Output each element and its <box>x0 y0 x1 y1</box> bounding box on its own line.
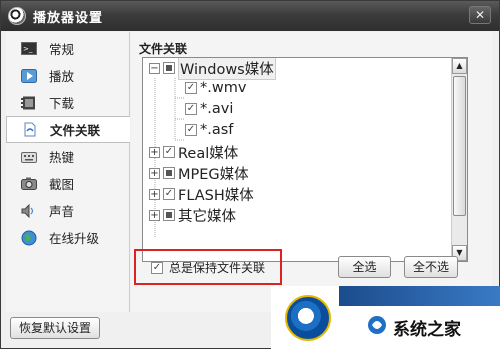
globe-icon <box>20 230 38 245</box>
watermark-brand: 系统之家 <box>393 320 461 340</box>
close-icon: ✕ <box>474 8 486 22</box>
sidebar-item-label: 在线升级 <box>49 231 100 246</box>
keep-association-label: 总是保持文件关联 <box>169 261 266 275</box>
arrow-up-icon: ▲ <box>456 61 463 70</box>
sidebar-item-file-association[interactable]: 文件关联 <box>6 116 130 143</box>
sidebar-item-label: 声音 <box>49 204 75 219</box>
speaker-icon <box>20 203 38 218</box>
tree-node-label: *.avi <box>200 101 234 117</box>
tree-node-label: *.wmv <box>200 80 247 96</box>
tree-node-label: MPEG媒体 <box>178 166 249 183</box>
tree-node-windows-media[interactable]: − Windows媒体 <box>149 58 276 80</box>
file-link-icon <box>21 122 39 137</box>
settings-window: 播放器设置 ✕ >_ 常规 播放 下载 文件关联 热键 截图 声音 在线升级 文… <box>0 0 500 350</box>
play-icon <box>20 68 38 83</box>
tree-node-wmv[interactable]: ✓ *.wmv <box>185 78 246 98</box>
select-none-button[interactable]: 全不选 <box>404 256 458 278</box>
sidebar-item-download[interactable]: 下载 <box>6 89 129 116</box>
select-all-button[interactable]: 全选 <box>338 256 391 278</box>
tree-node-avi[interactable]: ✓ *.avi <box>185 99 233 119</box>
svg-text:>_: >_ <box>23 45 33 53</box>
sidebar-item-label: 文件关联 <box>50 123 101 138</box>
expand-toggle[interactable]: + <box>149 188 160 200</box>
sidebar-item-label: 播放 <box>49 69 75 84</box>
sidebar-item-online-upgrade[interactable]: 在线升级 <box>6 224 129 251</box>
sidebar-item-label: 截图 <box>49 177 75 192</box>
tree-checkbox[interactable] <box>163 167 175 179</box>
tree-node-label: *.asf <box>200 122 234 138</box>
tree-checkbox[interactable]: ✓ <box>185 82 197 94</box>
player-logo-icon <box>8 7 26 25</box>
keep-association-option[interactable]: ✓ 总是保持文件关联 <box>151 259 265 276</box>
collapse-toggle[interactable]: − <box>149 62 160 74</box>
keyboard-icon <box>20 150 38 164</box>
sidebar-item-screenshot[interactable]: 截图 <box>6 170 129 197</box>
settings-sidebar: >_ 常规 播放 下载 文件关联 热键 截图 声音 在线升级 <box>6 32 130 312</box>
sidebar-item-sound[interactable]: 声音 <box>6 197 129 224</box>
tree-node-other-media[interactable]: + 其它媒体 <box>149 205 236 225</box>
tree-checkbox[interactable] <box>163 209 175 221</box>
keep-association-checkbox[interactable]: ✓ <box>151 261 163 274</box>
expand-toggle[interactable]: + <box>149 209 160 221</box>
expand-toggle[interactable]: + <box>149 146 160 158</box>
tree-node-asf[interactable]: ✓ *.asf <box>185 120 233 140</box>
tree-node-label: FLASH媒体 <box>178 187 254 204</box>
scroll-up-button[interactable]: ▲ <box>452 58 467 74</box>
tree-node-label: Real媒体 <box>178 145 239 162</box>
tree-checkbox[interactable]: ✓ <box>163 146 175 158</box>
sidebar-item-general[interactable]: >_ 常规 <box>6 35 129 62</box>
watermark: 系统之家 <box>271 286 500 350</box>
restore-defaults-button[interactable]: 恢复默认设置 <box>10 317 100 339</box>
watermark-logo-icon <box>285 295 331 341</box>
media-type-tree[interactable]: − Windows媒体 ✓ *.wmv ✓ *.avi ✓ *.asf + ✓ … <box>142 57 468 262</box>
window-title: 播放器设置 <box>33 10 104 26</box>
arrow-down-icon: ▼ <box>456 248 463 257</box>
camera-icon <box>20 177 38 191</box>
tree-node-label: Windows媒体 <box>178 58 276 80</box>
tree-checkbox[interactable]: ✓ <box>185 103 197 115</box>
watermark-banner <box>339 286 500 306</box>
tree-node-flash-media[interactable]: + ✓ FLASH媒体 <box>149 184 254 204</box>
console-icon: >_ <box>20 42 38 56</box>
tree-checkbox[interactable]: ✓ <box>185 124 197 136</box>
sidebar-item-label: 下载 <box>49 96 75 111</box>
tree-node-label: 其它媒体 <box>178 208 236 225</box>
film-icon <box>20 96 38 110</box>
watermark-mark-icon <box>368 316 386 334</box>
title-bar[interactable]: 播放器设置 ✕ <box>1 1 499 31</box>
group-label: 文件关联 <box>139 42 188 56</box>
sidebar-item-label: 常规 <box>49 42 75 57</box>
scroll-thumb[interactable] <box>453 76 466 216</box>
sidebar-item-label: 热键 <box>49 150 75 165</box>
tree-node-mpeg-media[interactable]: + MPEG媒体 <box>149 163 249 183</box>
tree-scrollbar[interactable]: ▲ ▼ <box>451 58 467 261</box>
sidebar-item-hotkeys[interactable]: 热键 <box>6 143 129 170</box>
close-button[interactable]: ✕ <box>469 6 491 24</box>
tree-node-real-media[interactable]: + ✓ Real媒体 <box>149 142 238 162</box>
expand-toggle[interactable]: + <box>149 167 160 179</box>
sidebar-item-playback[interactable]: 播放 <box>6 62 129 89</box>
tree-checkbox[interactable]: ✓ <box>163 188 175 200</box>
tree-checkbox[interactable] <box>163 62 175 74</box>
